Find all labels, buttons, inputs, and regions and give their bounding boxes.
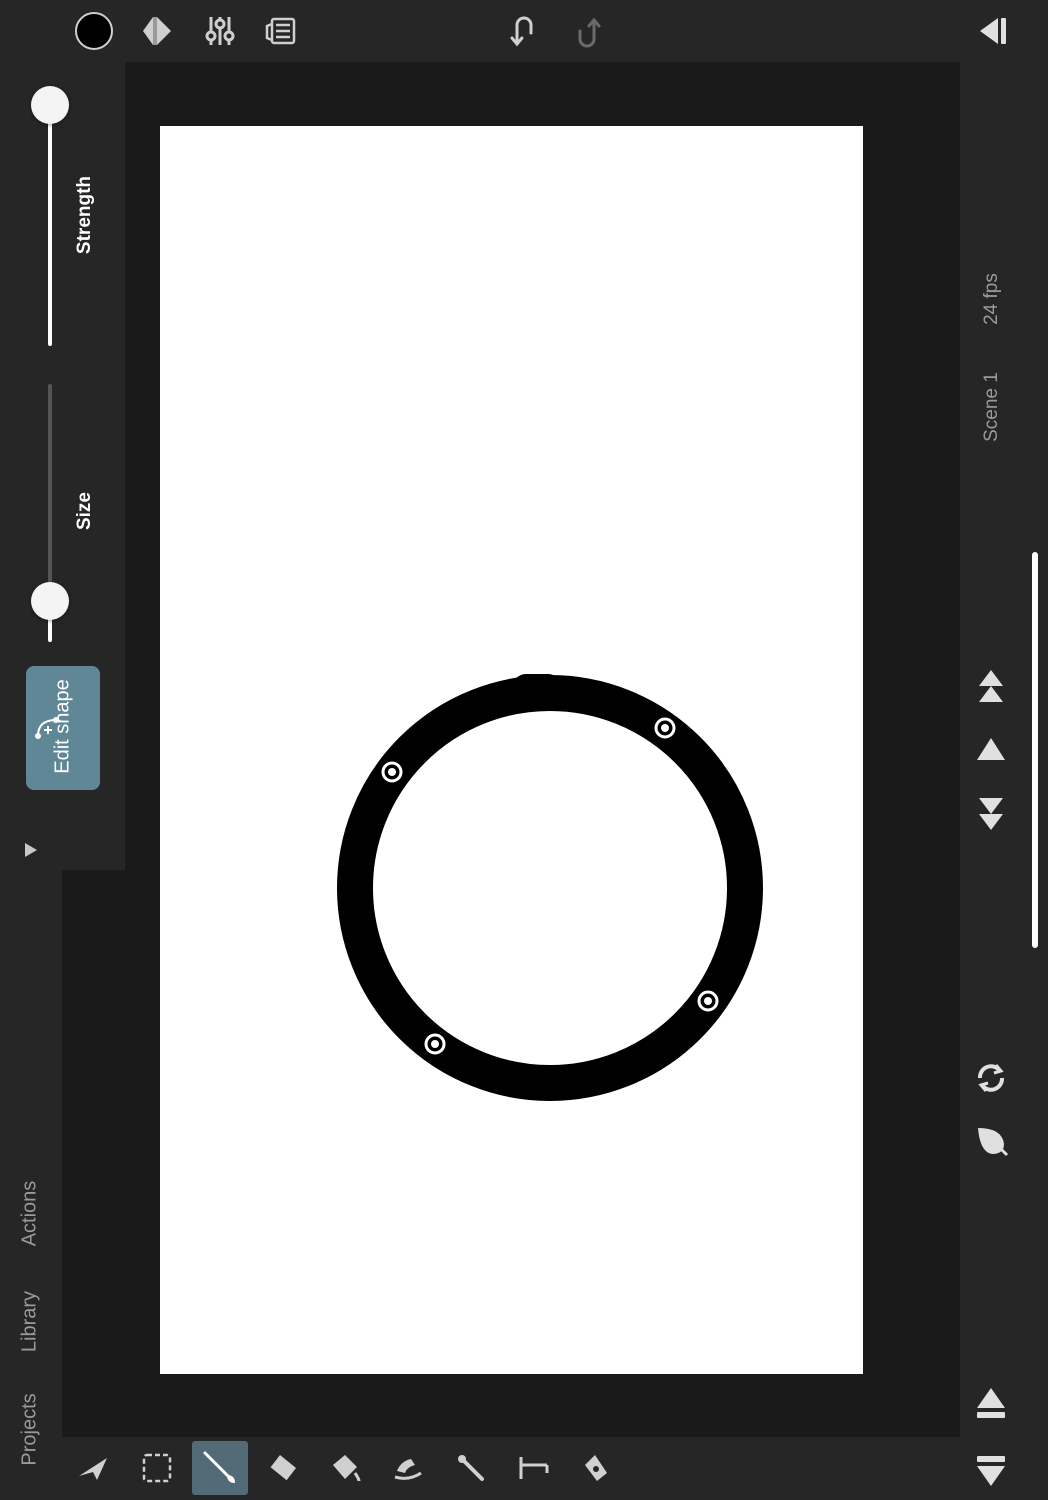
- last-frame-button[interactable]: [974, 794, 1008, 837]
- redo-button[interactable]: [565, 11, 609, 55]
- collapse-panel-button[interactable]: [970, 9, 1014, 53]
- layers-button[interactable]: [135, 9, 179, 53]
- expand-panel-button[interactable]: [22, 840, 40, 865]
- loop-icon: [978, 1064, 1004, 1092]
- layers-diamond-icon: [143, 17, 171, 45]
- onion-skin-icon: [978, 1128, 1009, 1157]
- first-frame-button[interactable]: [974, 668, 1008, 711]
- undo-icon: [510, 16, 533, 47]
- eraser-tool[interactable]: [255, 1441, 311, 1495]
- brush-icon: [203, 1451, 235, 1483]
- timeline-scrollbar[interactable]: [1032, 552, 1038, 948]
- scene-name[interactable]: Scene 1: [981, 357, 1003, 457]
- fps-label[interactable]: 24 fps: [981, 249, 1003, 349]
- actions-tab[interactable]: Actions: [19, 1164, 42, 1264]
- ruler-icon: [519, 1457, 549, 1479]
- collapse-panel-icon: [980, 18, 1006, 44]
- adjustments-button[interactable]: [198, 9, 242, 53]
- dashed-rect-icon: [142, 1453, 172, 1483]
- redo-icon: [578, 17, 601, 48]
- reference-icon: [265, 17, 296, 45]
- drawing-canvas[interactable]: [160, 126, 863, 1374]
- strength-label: Strength: [74, 175, 95, 255]
- last-frame-icon: [979, 798, 1003, 830]
- onion-skin-button[interactable]: [974, 1122, 1010, 1163]
- ruler-tool[interactable]: [506, 1441, 562, 1495]
- eyedropper-icon: [458, 1455, 484, 1481]
- move-down-icon: [977, 1456, 1005, 1486]
- smudge-icon: [394, 1459, 422, 1480]
- marquee-tool[interactable]: [129, 1441, 185, 1495]
- fill-tool[interactable]: [318, 1441, 374, 1495]
- brush-tool[interactable]: [192, 1441, 248, 1495]
- adjustments-sliders-icon: [205, 17, 235, 45]
- previous-frame-icon: [977, 738, 1005, 760]
- projects-tab[interactable]: Projects: [19, 1380, 42, 1480]
- strength-slider-track[interactable]: [48, 106, 52, 346]
- bucket-icon: [333, 1455, 361, 1482]
- edit-shape-label: Edit shape: [51, 679, 74, 774]
- pen-icon: [585, 1455, 607, 1481]
- eraser-icon: [269, 1455, 296, 1482]
- top-toolbar: [0, 0, 1048, 62]
- move-up-button[interactable]: [974, 1386, 1008, 1427]
- move-down-button[interactable]: [974, 1454, 1008, 1493]
- size-slider-knob[interactable]: [31, 582, 69, 620]
- reference-button[interactable]: [259, 9, 303, 53]
- move-up-icon: [977, 1388, 1005, 1418]
- library-tab[interactable]: Library: [19, 1272, 42, 1372]
- previous-frame-button[interactable]: [974, 736, 1008, 769]
- select-tool[interactable]: [66, 1441, 122, 1495]
- color-swatch-button[interactable]: [72, 9, 116, 53]
- color-swatch-icon: [75, 12, 113, 50]
- smudge-tool[interactable]: [380, 1441, 436, 1495]
- first-frame-icon: [979, 670, 1003, 702]
- loop-button[interactable]: [974, 1060, 1008, 1101]
- pen-tool[interactable]: [568, 1441, 624, 1495]
- workspace-extension: [62, 870, 132, 1437]
- edit-shape-button[interactable]: Edit shape: [26, 666, 100, 790]
- eyedropper-tool[interactable]: [443, 1441, 499, 1495]
- arrow-pointer-icon: [79, 1458, 107, 1480]
- undo-button[interactable]: [502, 9, 546, 53]
- circle-drawing: [337, 674, 763, 1101]
- control-points: [381, 717, 719, 1055]
- size-label: Size: [74, 491, 95, 531]
- strength-slider-knob[interactable]: [31, 86, 69, 124]
- play-arrow-icon: [25, 843, 37, 857]
